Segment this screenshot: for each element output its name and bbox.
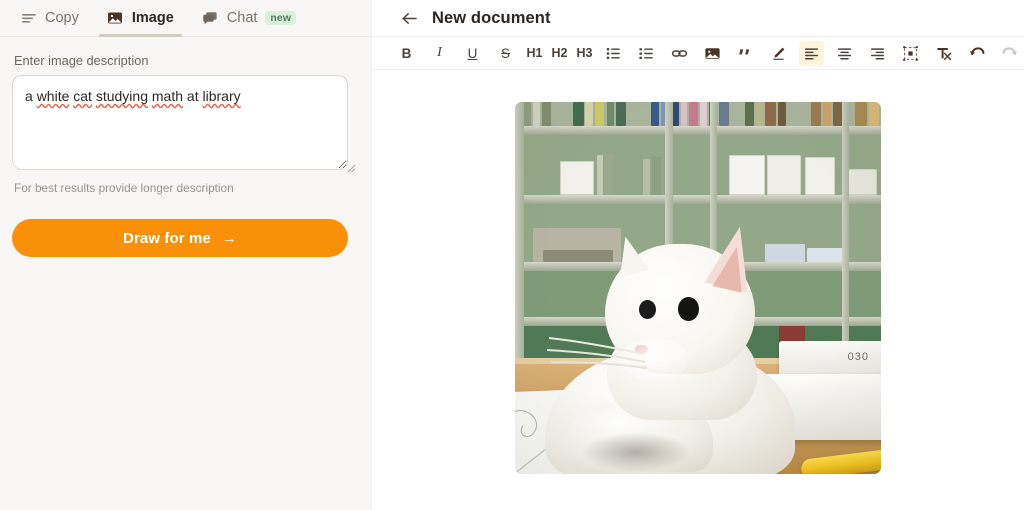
italic-button[interactable]: I bbox=[427, 41, 452, 66]
tab-chat[interactable]: Chat new bbox=[188, 0, 310, 36]
h3-button[interactable]: H3 bbox=[574, 41, 595, 66]
description-field-label: Enter image description bbox=[14, 53, 149, 68]
lines-icon bbox=[20, 10, 37, 27]
align-center-icon[interactable] bbox=[832, 41, 857, 66]
underline-button[interactable]: U bbox=[460, 41, 485, 66]
align-right-icon[interactable] bbox=[865, 41, 890, 66]
document-editor-panel: New document B I U S H1 H2 H3 bbox=[372, 0, 1024, 510]
undo-icon[interactable] bbox=[964, 41, 989, 66]
clear-formatting-icon[interactable] bbox=[931, 41, 956, 66]
panel-tabbar: Copy Image Chat new bbox=[0, 0, 371, 37]
arrow-left-icon[interactable] bbox=[400, 9, 419, 28]
h2-button[interactable]: H2 bbox=[549, 41, 570, 66]
image-vignette bbox=[515, 102, 881, 474]
bold-button[interactable]: B bbox=[394, 41, 419, 66]
desc-token-misspelled: white bbox=[36, 88, 70, 104]
tab-chat-label: Chat bbox=[226, 10, 258, 26]
bullet-list-icon[interactable] bbox=[601, 41, 626, 66]
document-header: New document bbox=[372, 0, 1024, 37]
chat-bubble-icon bbox=[202, 10, 219, 27]
desc-token-misspelled: studying bbox=[95, 88, 148, 104]
desc-token: at bbox=[186, 88, 199, 104]
strikethrough-button[interactable]: S bbox=[493, 41, 518, 66]
redo-icon[interactable] bbox=[997, 41, 1022, 66]
desc-token-misspelled: math bbox=[151, 88, 184, 104]
desc-token-misspelled: library bbox=[202, 88, 241, 104]
description-hint: For best results provide longer descript… bbox=[14, 181, 234, 195]
editor-toolbar: B I U S H1 H2 H3 bbox=[372, 37, 1024, 70]
numbered-list-icon[interactable] bbox=[634, 41, 659, 66]
resize-handles-icon[interactable] bbox=[898, 41, 923, 66]
h1-button[interactable]: H1 bbox=[524, 41, 545, 66]
image-icon[interactable] bbox=[700, 41, 725, 66]
picture-icon bbox=[107, 10, 124, 27]
link-icon[interactable] bbox=[667, 41, 692, 66]
status-badge: new bbox=[265, 10, 297, 26]
page-title: New document bbox=[432, 8, 551, 27]
arrow-right-icon: → bbox=[221, 229, 237, 247]
document-canvas: 030 LR bbox=[372, 70, 1024, 510]
tab-image-label: Image bbox=[131, 10, 174, 26]
image-form: Enter image description a white cat stud… bbox=[0, 37, 371, 257]
desc-token-misspelled: cat bbox=[73, 88, 92, 104]
image-generation-panel: Copy Image Chat new Enter image descript… bbox=[0, 0, 372, 510]
desc-token: a bbox=[25, 88, 33, 104]
tab-copy-label: Copy bbox=[45, 10, 79, 26]
align-left-icon[interactable] bbox=[799, 40, 824, 66]
app-root: Copy Image Chat new Enter image descript… bbox=[0, 0, 1024, 510]
tab-copy[interactable]: Copy bbox=[6, 0, 93, 36]
image-description-input[interactable]: a white cat studying math at library bbox=[12, 75, 348, 170]
draw-for-me-button[interactable]: Draw for me → bbox=[12, 219, 348, 257]
tab-image[interactable]: Image bbox=[93, 0, 188, 37]
highlighter-icon[interactable] bbox=[766, 41, 791, 66]
draw-for-me-label: Draw for me bbox=[123, 229, 211, 247]
generated-image[interactable]: 030 LR bbox=[515, 102, 881, 474]
quote-icon[interactable] bbox=[733, 41, 758, 66]
